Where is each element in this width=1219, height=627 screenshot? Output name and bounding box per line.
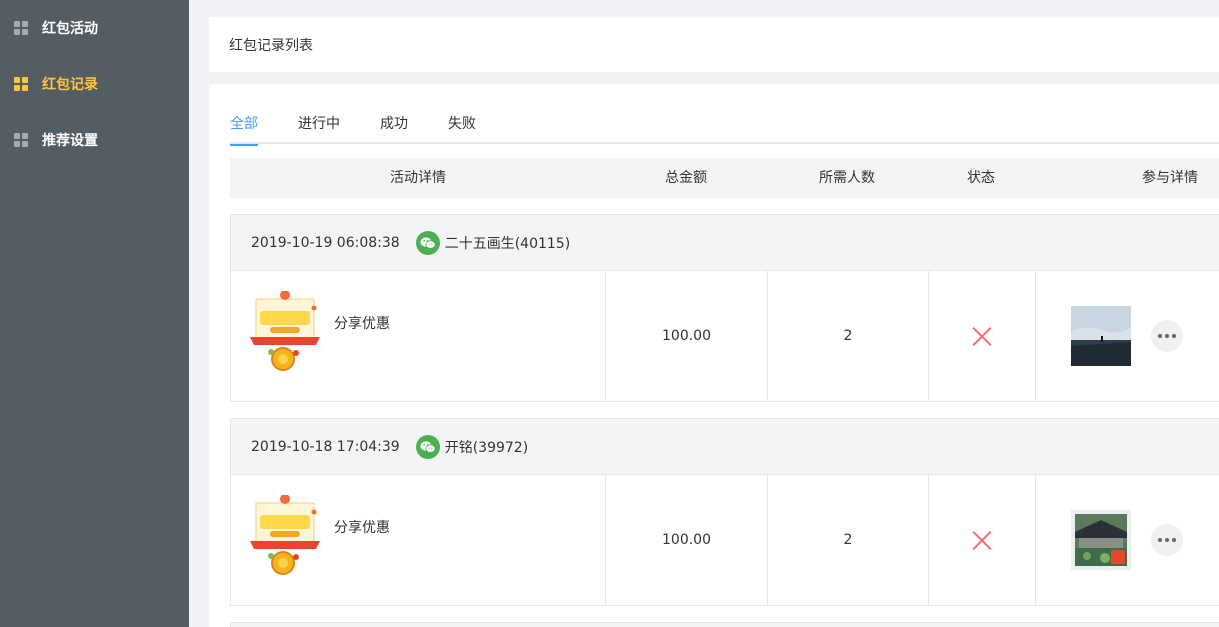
required-count-cell: 2 — [768, 271, 929, 401]
column-header: 总金额 — [665, 170, 707, 186]
participant-cell — [1036, 475, 1219, 605]
main-area: 红包记录列表 全部 进行中 成功 失败 活动详情 总金额 所需人数 状态 参与详… — [189, 0, 1219, 627]
participant-cell — [1036, 271, 1219, 401]
more-dot — [1165, 538, 1169, 542]
record-header: 2019-10-18 17:04:39 开铭(39972) — [231, 419, 1219, 475]
record-time: 2019-10-19 06:08:38 — [251, 234, 400, 251]
column-header: 参与详情 — [1142, 170, 1198, 186]
more-button[interactable] — [1151, 524, 1183, 556]
wechat-icon — [415, 434, 440, 459]
more-dot — [1165, 334, 1169, 338]
sidebar-item-label: 推荐设置 — [42, 133, 98, 149]
avatar[interactable] — [1071, 306, 1131, 366]
table-header: 活动详情 总金额 所需人数 状态 参与详情 — [230, 158, 1219, 198]
more-dot — [1172, 538, 1176, 542]
tab-in-progress[interactable]: 进行中 — [298, 108, 340, 144]
record-body: 分享优惠 100.00 2 — [231, 475, 1219, 605]
column-header: 状态 — [967, 170, 995, 186]
sidebar-item-label: 红包记录 — [42, 77, 98, 93]
record-user: 开铭(39972) — [444, 439, 529, 456]
total-amount: 100.00 — [662, 328, 711, 344]
record-item-partial — [230, 622, 1219, 627]
record-time: 2019-10-18 17:04:39 — [251, 438, 400, 455]
activity-detail-cell: 分享优惠 — [231, 271, 606, 401]
avatar[interactable] — [1071, 510, 1131, 570]
redpacket-promo-image — [250, 495, 320, 575]
status-cell — [929, 475, 1036, 605]
grid-icon — [14, 133, 28, 147]
column-header: 活动详情 — [390, 170, 446, 186]
tab-success[interactable]: 成功 — [380, 108, 408, 144]
more-dot — [1158, 334, 1162, 338]
sidebar-item-redpacket-records[interactable]: 红包记录 — [0, 56, 189, 112]
fail-icon — [971, 325, 993, 347]
record-body: 分享优惠 100.00 2 — [231, 271, 1219, 401]
activity-detail-cell: 分享优惠 — [231, 475, 606, 605]
wechat-icon — [415, 230, 440, 255]
total-amount: 100.00 — [662, 532, 711, 548]
record-item: 2019-10-18 17:04:39 开铭(39972) 分享优惠 100.0… — [230, 418, 1219, 606]
tab-failed[interactable]: 失败 — [448, 108, 476, 144]
required-count: 2 — [843, 328, 853, 344]
status-cell — [929, 271, 1036, 401]
more-dot — [1158, 538, 1162, 542]
fail-icon — [971, 529, 993, 551]
activity-name: 分享优惠 — [334, 316, 390, 332]
more-button[interactable] — [1151, 320, 1183, 352]
records-card: 全部 进行中 成功 失败 活动详情 总金额 所需人数 状态 参与详情 2019-… — [209, 84, 1219, 627]
activity-name: 分享优惠 — [334, 520, 390, 536]
sidebar-item-label: 红包活动 — [42, 21, 98, 37]
more-dot — [1172, 334, 1176, 338]
record-user: 二十五画生(40115) — [444, 235, 571, 252]
redpacket-promo-image — [250, 291, 320, 371]
sidebar-item-redpacket-activity[interactable]: 红包活动 — [0, 0, 189, 56]
tab-all[interactable]: 全部 — [230, 108, 258, 146]
amount-cell: 100.00 — [606, 475, 768, 605]
column-header: 所需人数 — [819, 170, 875, 186]
status-tabs: 全部 进行中 成功 失败 — [230, 108, 1219, 146]
page-title: 红包记录列表 — [229, 37, 313, 54]
grid-icon — [14, 77, 28, 91]
sidebar: 红包活动 红包记录 推荐设置 — [0, 0, 189, 627]
sidebar-item-recommend-settings[interactable]: 推荐设置 — [0, 112, 189, 168]
amount-cell: 100.00 — [606, 271, 768, 401]
required-count-cell: 2 — [768, 475, 929, 605]
record-header: 2019-10-19 06:08:38 二十五画生(40115) — [231, 215, 1219, 271]
page-header: 红包记录列表 — [209, 17, 1219, 72]
record-item: 2019-10-19 06:08:38 二十五画生(40115) 分享优惠 10… — [230, 214, 1219, 402]
required-count: 2 — [843, 532, 853, 548]
grid-icon — [14, 21, 28, 35]
